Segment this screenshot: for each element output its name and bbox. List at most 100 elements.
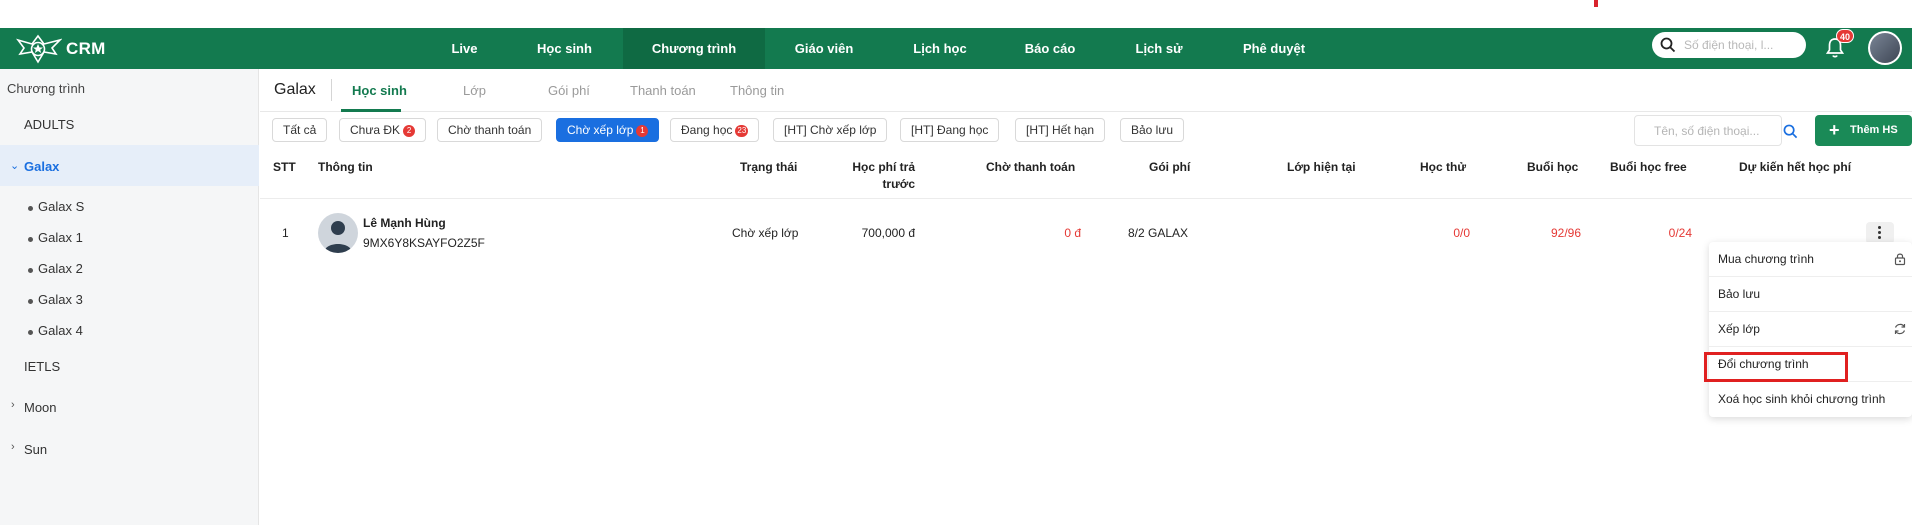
table-header-divider bbox=[260, 198, 1912, 199]
row-status: Chờ xếp lớp bbox=[732, 226, 799, 240]
filter-label: Chưa ĐK bbox=[350, 123, 401, 137]
sidebar-item-galax-2[interactable]: Galax 2 bbox=[38, 261, 83, 276]
col-cho-thanh-toan: Chờ thanh toán bbox=[986, 160, 1076, 174]
nav-lich-su[interactable]: Lịch sử bbox=[1126, 28, 1192, 69]
filter-chua-dk[interactable]: Chưa ĐK 2 bbox=[339, 118, 427, 142]
filter-label: Chờ xếp lớp bbox=[567, 123, 634, 137]
sidebar-item-galax-3[interactable]: Galax 3 bbox=[38, 292, 83, 307]
logo-emblem-icon bbox=[16, 34, 62, 64]
tab-thong-tin[interactable]: Thông tin bbox=[730, 83, 784, 98]
program-sidebar: Chương trình ADULTS ⌄ Galax Galax S Gala… bbox=[0, 69, 259, 525]
row-trial: 0/0 bbox=[1453, 226, 1470, 240]
student-search-input[interactable]: Tên, số điện thoại... bbox=[1634, 115, 1798, 146]
nav-giao-vien[interactable]: Giáo viên bbox=[785, 28, 863, 69]
top-search-input[interactable]: Số điện thoại, l... bbox=[1652, 32, 1806, 58]
row-sessions: 92/96 bbox=[1550, 226, 1581, 240]
chevron-right-icon[interactable]: › bbox=[11, 399, 15, 411]
nav-phe-duyet[interactable]: Phê duyệt bbox=[1237, 28, 1311, 69]
sidebar-item-sun[interactable]: Sun bbox=[24, 442, 47, 457]
program-tabs: Galax Học sinh Lớp Gói phí Thanh toán Th… bbox=[260, 69, 1912, 112]
filter-label: [HT] Chờ xếp lớp bbox=[784, 123, 877, 137]
sidebar-item-galax-1[interactable]: Galax 1 bbox=[38, 230, 83, 245]
tab-hoc-sinh[interactable]: Học sinh bbox=[352, 83, 407, 98]
filter-ht-cho-xep-lop[interactable]: [HT] Chờ xếp lớp bbox=[773, 118, 888, 142]
top-navbar: CRM Live Học sinh Chương trình Giáo viên… bbox=[0, 28, 1912, 69]
bullet-icon bbox=[28, 299, 33, 304]
add-student-button[interactable]: + Thêm HS bbox=[1815, 115, 1912, 146]
bullet-icon bbox=[28, 206, 33, 211]
col-lop-hien-tai: Lớp hiện tại bbox=[1287, 160, 1356, 174]
col-hoc-phi-line2: trước bbox=[882, 177, 915, 191]
filter-count-badge: 23 bbox=[735, 125, 749, 137]
filter-bao-luu[interactable]: Bảo lưu bbox=[1120, 118, 1185, 142]
sidebar-item-galax-s[interactable]: Galax S bbox=[38, 199, 84, 214]
browser-top-strip bbox=[0, 0, 1912, 28]
row-prepaid: 700,000 đ bbox=[861, 226, 915, 240]
nav-chuong-trinh[interactable]: Chương trình bbox=[623, 28, 765, 69]
sidebar-item-galax-4[interactable]: Galax 4 bbox=[38, 323, 83, 338]
col-trang-thai: Trạng thái bbox=[740, 160, 798, 174]
bullet-icon bbox=[28, 330, 33, 335]
col-hoc-phi-line1: Học phí trả bbox=[852, 160, 915, 174]
menu-item-mua-chuong-trinh[interactable]: Mua chương trình bbox=[1709, 242, 1912, 277]
bullet-icon bbox=[28, 237, 33, 242]
filter-dang-hoc[interactable]: Đang học 23 bbox=[670, 118, 760, 142]
tab-thanh-toan[interactable]: Thanh toán bbox=[630, 83, 696, 98]
refresh-icon bbox=[1894, 323, 1906, 335]
sidebar-title: Chương trình bbox=[7, 81, 85, 96]
nav-bao-cao[interactable]: Báo cáo bbox=[1015, 28, 1085, 69]
student-name[interactable]: Lê Mạnh Hùng bbox=[363, 216, 446, 230]
sidebar-item-moon[interactable]: Moon bbox=[24, 400, 57, 415]
menu-item-xoa-hoc-sinh[interactable]: Xoá học sinh khỏi chương trình bbox=[1709, 382, 1912, 417]
app-logo[interactable]: CRM bbox=[16, 30, 106, 67]
menu-item-label: Mua chương trình bbox=[1718, 252, 1814, 266]
row-pending: 0 đ bbox=[1064, 226, 1081, 240]
filter-label: Chờ thanh toán bbox=[448, 123, 532, 137]
tab-goi-phi[interactable]: Gói phí bbox=[548, 83, 590, 98]
add-student-label: Thêm HS bbox=[1850, 124, 1898, 136]
active-tab-indicator bbox=[341, 109, 401, 112]
row-more-actions-button[interactable] bbox=[1866, 222, 1894, 244]
top-search-placeholder: Số điện thoại, l... bbox=[1684, 38, 1774, 52]
filter-tat-ca[interactable]: Tất cả bbox=[272, 118, 328, 142]
filter-ht-dang-hoc[interactable]: [HT] Đang học bbox=[900, 118, 1000, 142]
col-hoc-thu: Học thử bbox=[1420, 160, 1467, 174]
chevron-down-icon[interactable]: ⌄ bbox=[10, 159, 19, 172]
filter-cho-thanh-toan[interactable]: Chờ thanh toán bbox=[437, 118, 543, 142]
col-goi-phi: Gói phí bbox=[1149, 160, 1191, 174]
sidebar-item-adults[interactable]: ADULTS bbox=[24, 117, 74, 132]
tab-lop[interactable]: Lớp bbox=[463, 83, 486, 98]
highlight-box bbox=[1704, 352, 1848, 382]
row-package: 8/2 GALAX bbox=[1128, 226, 1189, 240]
filter-cho-xep-lop[interactable]: Chờ xếp lớp 1 bbox=[556, 118, 660, 142]
chevron-right-icon[interactable]: › bbox=[11, 441, 15, 453]
col-hoc-phi-tra-truoc: Học phí trả trước bbox=[830, 159, 915, 193]
notification-badge: 40 bbox=[1836, 29, 1854, 43]
program-name: Galax bbox=[274, 81, 316, 98]
menu-item-xep-lop[interactable]: Xếp lớp bbox=[1709, 312, 1912, 347]
filter-label: [HT] Đang học bbox=[911, 123, 989, 137]
col-stt: STT bbox=[273, 160, 296, 174]
col-thong-tin: Thông tin bbox=[318, 160, 373, 174]
tab-divider bbox=[331, 79, 332, 101]
app-name: CRM bbox=[66, 38, 106, 58]
search-icon bbox=[1783, 124, 1798, 139]
bullet-icon bbox=[28, 268, 33, 273]
search-icon bbox=[1660, 37, 1676, 53]
student-search-placeholder: Tên, số điện thoại... bbox=[1654, 124, 1760, 138]
nav-hoc-sinh[interactable]: Học sinh bbox=[527, 28, 602, 69]
user-avatar[interactable] bbox=[1868, 31, 1902, 65]
student-code: 9MX6Y8KSAYFO2Z5F bbox=[363, 236, 485, 250]
filter-ht-het-han[interactable]: [HT] Hết hạn bbox=[1015, 118, 1106, 142]
lock-icon bbox=[1894, 253, 1906, 266]
nav-live[interactable]: Live bbox=[437, 28, 492, 69]
filter-label: Đang học bbox=[681, 123, 733, 137]
nav-lich-hoc[interactable]: Lịch học bbox=[902, 28, 978, 69]
menu-item-label: Bảo lưu bbox=[1718, 287, 1761, 301]
filter-label: [HT] Hết hạn bbox=[1026, 123, 1095, 137]
sidebar-item-galax[interactable]: Galax bbox=[24, 159, 59, 174]
row-actions-menu: Mua chương trình Bảo lưu Xếp lớp Đổi chư… bbox=[1709, 242, 1912, 417]
student-avatar-icon bbox=[318, 213, 358, 253]
sidebar-item-ietls[interactable]: IETLS bbox=[24, 359, 60, 374]
menu-item-bao-luu[interactable]: Bảo lưu bbox=[1709, 277, 1912, 312]
